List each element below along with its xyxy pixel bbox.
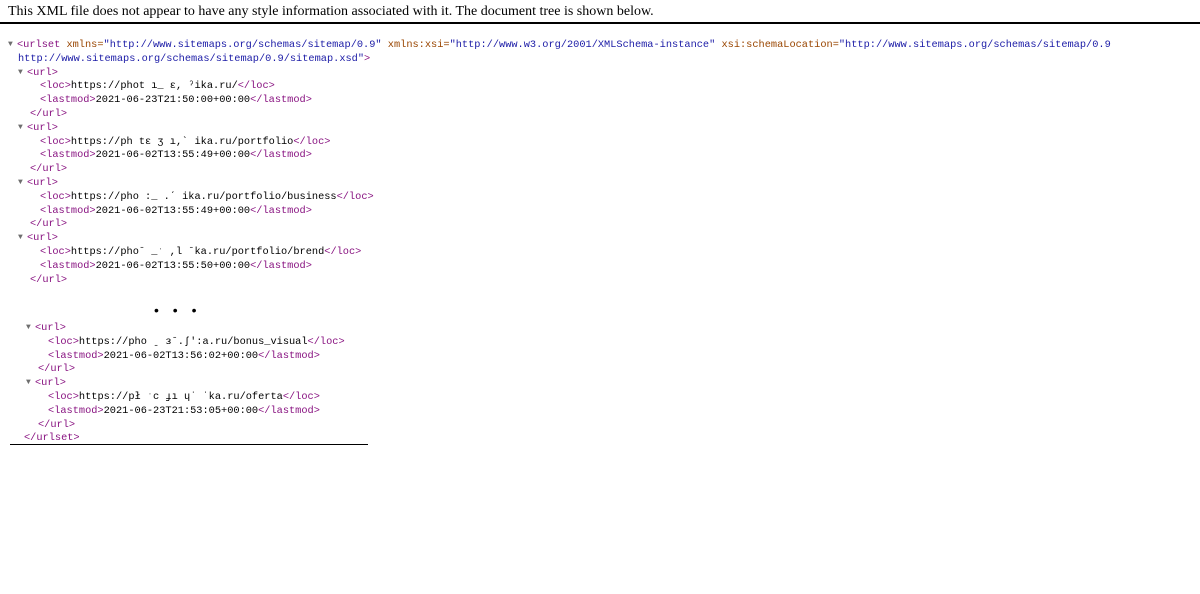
loc-close-tag: </loc> xyxy=(282,390,320,403)
url-close-tag: </url> xyxy=(30,218,68,231)
xmlns-value: "http://www.sitemaps.org/schemas/sitemap… xyxy=(103,39,382,51)
loc-value: https://phot ı_ ɛ, ˀika.ru/ xyxy=(70,80,238,93)
loc-close-tag: </loc> xyxy=(237,80,275,93)
lastmod-close-tag: </lastmod> xyxy=(258,349,320,362)
url-open-line: ▼ <url> xyxy=(8,177,1111,191)
lastmod-line: <lastmod>2021-06-23T21:50:00+00:00</last… xyxy=(8,94,1111,108)
lastmod-close-tag: </lastmod> xyxy=(258,404,320,417)
collapse-triangle-icon[interactable]: ▼ xyxy=(26,321,35,335)
lastmod-close-tag: </lastmod> xyxy=(250,94,312,107)
banner-text: This XML file does not appear to have an… xyxy=(8,4,654,19)
loc-value: https://pł ˑc ɟı ɥˈ ˈka.ru/oferta xyxy=(78,390,283,403)
collapse-triangle-icon[interactable]: ▼ xyxy=(18,176,27,190)
xml-document-tree: ▼ <urlset xmlns="http://www.sitemaps.org/… xyxy=(8,39,1111,287)
loc-open-tag: <loc> xyxy=(40,190,71,203)
url-open-line: ▼ <url> xyxy=(8,232,1111,246)
schema-location-value-cont: http://www.sitemaps.org/schemas/sitemap/… xyxy=(18,52,365,65)
lastmod-line: <lastmod>2021-06-02T13:55:49+00:00</last… xyxy=(8,149,1111,163)
schema-location-value: "http://www.sitemaps.org/schemas/sitemap… xyxy=(838,39,1111,51)
lastmod-open-tag: <lastmod> xyxy=(40,94,96,107)
urlset-open-line: ▼ <urlset xmlns="http://www.sitemaps.org/… xyxy=(8,39,1111,53)
loc-line: <loc>https://ph tɛ ʒ ı,ˋ ika.ru/portfoli… xyxy=(8,136,1111,150)
end-divider xyxy=(10,444,368,445)
url-open-tag: <url> xyxy=(27,66,58,79)
loc-open-tag: <loc> xyxy=(40,135,71,148)
urlset-close-tag: </urlset> xyxy=(24,432,80,445)
lastmod-value: 2021-06-02T13:56:02+00:00 xyxy=(103,349,259,362)
url-close-tag: </url> xyxy=(30,107,68,120)
collapse-triangle-icon[interactable]: ▼ xyxy=(8,38,17,52)
lastmod-line: <lastmod>2021-06-23T21:53:05+00:00</last… xyxy=(16,405,345,419)
loc-open-tag: <loc> xyxy=(48,335,79,348)
url-open-tag: <url> xyxy=(35,377,66,390)
url-close-line: </url> xyxy=(16,419,345,433)
url-open-tag: <url> xyxy=(27,232,58,245)
schema-location-attr: xsi:schemaLocation= xyxy=(721,39,839,51)
lastmod-value: 2021-06-02T13:55:49+00:00 xyxy=(95,204,251,217)
loc-value: https://phoˉ _ˑ ,l ˉka.ru/portfolio/bren… xyxy=(70,245,325,258)
omitted-entries-ellipsis: • • • xyxy=(154,302,202,318)
xml-style-banner: This XML file does not appear to have an… xyxy=(0,0,1200,24)
loc-line: <loc>https://pł ˑc ɟı ɥˈ ˈka.ru/oferta</… xyxy=(16,391,345,405)
lastmod-open-tag: <lastmod> xyxy=(48,349,104,362)
loc-open-tag: <loc> xyxy=(48,390,79,403)
lastmod-open-tag: <lastmod> xyxy=(40,149,96,162)
urlset-open-tag: <urlset xyxy=(17,39,61,51)
url-open-line: ▼ <url> xyxy=(8,122,1111,136)
urlset-open-line-cont: http://www.sitemaps.org/schemas/sitemap/… xyxy=(8,53,1111,67)
lastmod-value: 2021-06-23T21:50:00+00:00 xyxy=(95,94,251,107)
url-close-tag: </url> xyxy=(30,163,68,176)
lastmod-open-tag: <lastmod> xyxy=(40,204,96,217)
xmlns-xsi-attr: xmlns:xsi= xyxy=(387,39,450,51)
url-open-line: ▼ <url> xyxy=(16,322,345,336)
lastmod-close-tag: </lastmod> xyxy=(250,149,312,162)
loc-close-tag: </loc> xyxy=(324,245,362,258)
xml-document-tree-tail: ▼ <url> <loc>https://pho ˍ ɜˉ.ʃ':a.ru/bon… xyxy=(16,322,345,446)
loc-value: https://pho :_ .ˊ ika.ru/portfolio/busin… xyxy=(70,190,337,203)
lastmod-value: 2021-06-02T13:55:49+00:00 xyxy=(95,149,251,162)
loc-line: <loc>https://phoˉ _ˑ ,l ˉka.ru/portfolio… xyxy=(8,246,1111,260)
url-close-line: </url> xyxy=(8,218,1111,232)
collapse-triangle-icon[interactable]: ▼ xyxy=(18,66,27,80)
lastmod-open-tag: <lastmod> xyxy=(48,404,104,417)
url-close-tag: </url> xyxy=(38,363,76,376)
url-close-line: </url> xyxy=(8,163,1111,177)
lastmod-line: <lastmod>2021-06-02T13:55:50+00:00</last… xyxy=(8,260,1111,274)
url-open-tag: <url> xyxy=(27,121,58,134)
loc-value: https://pho ˍ ɜˉ.ʃ':a.ru/bonus_visual xyxy=(78,335,308,348)
lastmod-value: 2021-06-02T13:55:50+00:00 xyxy=(95,259,251,272)
loc-line: <loc>https://pho :_ .ˊ ika.ru/portfolio/… xyxy=(8,191,1111,205)
collapse-triangle-icon[interactable]: ▼ xyxy=(18,231,27,245)
url-close-tag: </url> xyxy=(30,273,68,286)
urlset-open-tag-close: > xyxy=(364,52,371,65)
xmlns-xsi-value: "http://www.w3.org/2001/XMLSchema-instan… xyxy=(449,39,716,51)
collapse-triangle-icon[interactable]: ▼ xyxy=(18,121,27,135)
url-open-line: ▼ <url> xyxy=(8,67,1111,81)
loc-close-tag: </loc> xyxy=(293,135,331,148)
collapse-triangle-icon[interactable]: ▼ xyxy=(26,376,35,390)
loc-open-tag: <loc> xyxy=(40,80,71,93)
lastmod-value: 2021-06-23T21:53:05+00:00 xyxy=(103,404,259,417)
url-open-tag: <url> xyxy=(35,322,66,334)
url-close-tag: </url> xyxy=(38,418,76,431)
url-open-tag: <url> xyxy=(27,176,58,189)
loc-open-tag: <loc> xyxy=(40,245,71,258)
loc-line: <loc>https://pho ˍ ɜˉ.ʃ':a.ru/bonus_visu… xyxy=(16,336,345,350)
url-open-line: ▼ <url> xyxy=(16,377,345,391)
loc-value: https://ph tɛ ʒ ı,ˋ ika.ru/portfolio xyxy=(70,135,294,148)
url-close-line: </url> xyxy=(16,363,345,377)
loc-close-tag: </loc> xyxy=(307,335,345,348)
lastmod-line: <lastmod>2021-06-02T13:56:02+00:00</last… xyxy=(16,350,345,364)
loc-close-tag: </loc> xyxy=(336,190,374,203)
url-close-line: </url> xyxy=(8,108,1111,122)
loc-line: <loc>https://phot ı_ ɛ, ˀika.ru/</loc> xyxy=(8,80,1111,94)
url-close-line: </url> xyxy=(8,274,1111,288)
lastmod-open-tag: <lastmod> xyxy=(40,259,96,272)
lastmod-line: <lastmod>2021-06-02T13:55:49+00:00</last… xyxy=(8,205,1111,219)
lastmod-close-tag: </lastmod> xyxy=(250,204,312,217)
lastmod-close-tag: </lastmod> xyxy=(250,259,312,272)
xmlns-attr: xmlns= xyxy=(66,39,104,51)
